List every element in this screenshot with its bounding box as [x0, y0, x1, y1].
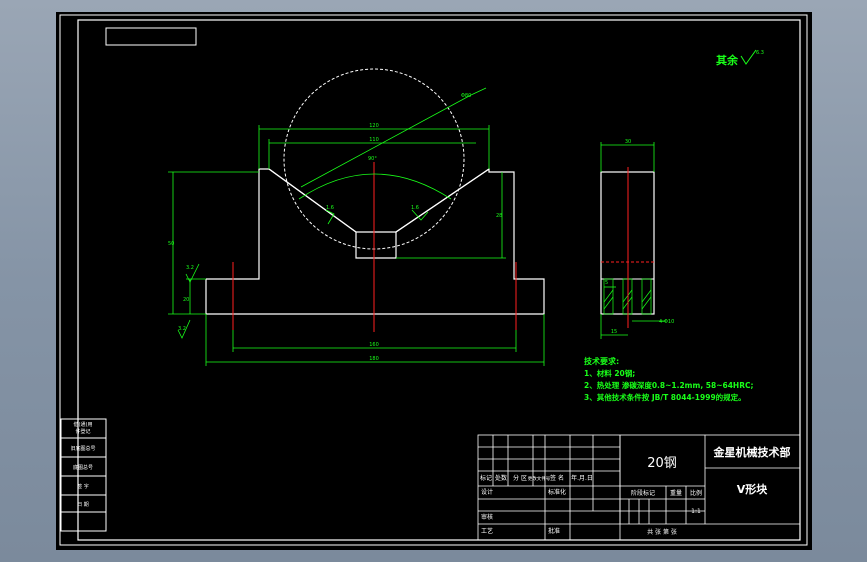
- stage-mark-label: 阶段标记: [631, 489, 655, 497]
- roughness-value: 6.3: [756, 50, 764, 56]
- side-strip-item: 旧底图总号: [70, 445, 95, 452]
- dim-v-angle: 90°: [368, 156, 377, 162]
- dim-side-width: 30: [625, 139, 631, 145]
- side-strip-item: 件登记: [75, 428, 90, 435]
- company-name: 金星机械技术部: [713, 445, 791, 459]
- dim-base-height: 20: [183, 297, 189, 303]
- tech-requirements: 技术要求: 1、材料 20钢; 2、热处理 渗碳深度0.8~1.2mm, 58~…: [584, 356, 754, 402]
- rough-left-bottom: 3.2: [178, 326, 186, 332]
- side-strip-item: 日 期: [77, 502, 89, 508]
- part-name: V形块: [737, 482, 769, 496]
- side-strip-item: 借(通)用: [74, 421, 93, 428]
- tech-item: 3、其他技术条件按 JB/T 8044-1999的规定。: [584, 392, 746, 402]
- roughness-note: 其余 6.3: [716, 49, 764, 67]
- ratio-label: 比例: [690, 489, 702, 497]
- material-text: 20钢: [647, 456, 677, 471]
- header-mark: 标记: [480, 474, 492, 482]
- dim-height: 50: [168, 241, 174, 247]
- process-label: 工艺: [481, 527, 493, 535]
- dim-base-span: 160: [369, 342, 379, 348]
- part-outline: [205, 167, 545, 315]
- dim-vee-depth: 28: [496, 213, 502, 219]
- dim-circle-dia: Φ80: [461, 93, 471, 99]
- side-strip-item: 底图总号: [73, 464, 93, 471]
- side-view: 30 15 4-Φ10 5: [600, 139, 674, 339]
- side-strip-item: 签 字: [77, 483, 89, 490]
- sheets-text: 共 张 第 张: [647, 528, 677, 536]
- rough-left: 3.2: [186, 265, 194, 271]
- design-label: 设计: [481, 488, 493, 496]
- roughness-label: 其余: [716, 53, 739, 67]
- dim-top-width: 120: [369, 123, 379, 129]
- tech-item: 2、热处理 渗碳深度0.8~1.2mm, 58~64HRC;: [584, 380, 754, 390]
- rough-vee-left: 1.6: [326, 205, 334, 211]
- dim-side-small: 5: [605, 280, 608, 286]
- cad-drawing: 借(通)用 件登记 旧底图总号 底图总号 签 字 日 期 其余 6.3 120 …: [59, 14, 808, 546]
- code-box: [105, 27, 197, 46]
- header-zone: 分 区: [513, 474, 527, 482]
- review-label: 审核: [481, 513, 493, 521]
- dim-side-depth: 15: [611, 329, 617, 335]
- tech-title: 技术要求:: [584, 356, 619, 366]
- approve-label: 批准: [548, 527, 560, 535]
- weight-label: 重量: [670, 489, 682, 497]
- dim-overall-width: 180: [369, 356, 379, 362]
- standardize-label: 标准化: [548, 488, 566, 496]
- header-sign: 签 名: [550, 474, 564, 482]
- dim-hole-dia: 4-Φ10: [659, 319, 674, 325]
- header-change-doc: 更改文件号: [528, 475, 551, 482]
- inner-frame: [77, 19, 801, 541]
- scale-value: 1:1: [691, 508, 701, 515]
- front-view: 120 110 Φ80 90° 50 28 20 160 180 3.2 3.2…: [168, 68, 545, 366]
- rough-vee-right: 1.6: [411, 205, 419, 211]
- roughness-symbol: [740, 49, 757, 65]
- side-strip: 借(通)用 件登记 旧底图总号 底图总号 签 字 日 期: [60, 418, 107, 532]
- drawing-sheet: 借(通)用 件登记 旧底图总号 底图总号 签 字 日 期 其余 6.3 120 …: [56, 12, 812, 550]
- header-date: 年.月.日: [571, 474, 593, 482]
- tech-item: 1、材料 20钢;: [584, 368, 635, 378]
- header-count: 处数: [495, 474, 507, 482]
- dim-inner-width: 110: [369, 137, 379, 143]
- outer-border: [59, 14, 808, 546]
